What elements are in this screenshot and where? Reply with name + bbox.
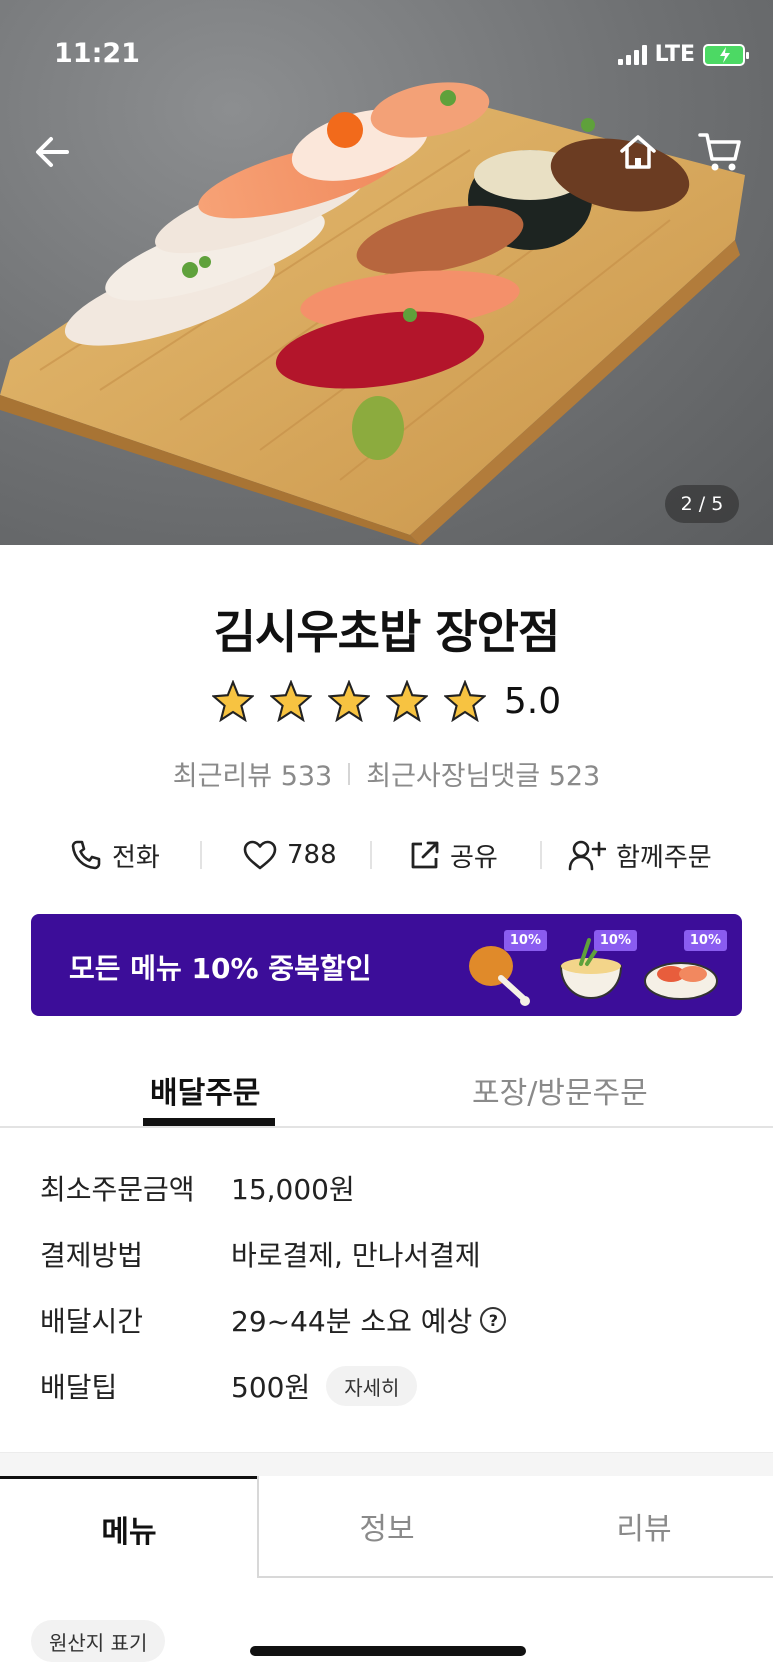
tab-info[interactable]: 정보 — [257, 1476, 515, 1578]
network-label: LTE — [654, 42, 695, 67]
info-label: 최소주문금액 — [40, 1173, 195, 1206]
status-bar: 11:21 LTE — [0, 0, 773, 110]
star-icon — [327, 680, 370, 722]
divider — [540, 841, 542, 869]
delivery-time-value: 29~44분 소요 예상 — [231, 1305, 473, 1338]
info-value: 29~44분 소요 예상 ? — [231, 1300, 507, 1340]
promo-badge: 10% — [683, 930, 727, 951]
store-name: 김시우초밥 장안점 — [213, 605, 561, 659]
promo-badge: 10% — [593, 930, 637, 951]
star-icon — [269, 680, 312, 722]
info-label: 결제방법 — [40, 1239, 144, 1272]
promo-food-icons: 10% 10% 10% — [461, 926, 731, 1010]
owner-replies-count[interactable]: 최근사장님댓글 523 — [366, 754, 600, 793]
image-page-indicator: 2 / 5 — [665, 485, 739, 523]
phone-icon — [71, 840, 101, 870]
signal-icon — [617, 44, 647, 65]
home-icon — [620, 135, 656, 169]
origin-label-button[interactable]: 원산지 표기 — [31, 1620, 166, 1662]
info-value: 500원 자세히 — [231, 1366, 418, 1406]
cart-button[interactable] — [694, 126, 746, 178]
add-person-icon — [568, 840, 606, 871]
like-button[interactable]: 788 — [243, 840, 337, 870]
share-icon — [411, 841, 439, 869]
tab-pickup-order[interactable]: 포장/방문주문 — [472, 1068, 648, 1112]
heart-icon — [243, 840, 277, 870]
rating-row[interactable]: 5.0 — [0, 680, 773, 722]
order-type-tabs: 배달주문 포장/방문주문 — [0, 1050, 773, 1128]
group-order-button[interactable]: 함께주문 — [568, 837, 712, 874]
rating-value: 5.0 — [503, 680, 562, 722]
star-icon — [443, 680, 486, 722]
min-order-value: 15,000원 — [231, 1173, 355, 1206]
battery-icon — [703, 43, 749, 66]
sushi-plate-icon: 10% — [641, 926, 727, 1010]
star-icon — [211, 680, 254, 722]
info-value: 15,000원 — [231, 1168, 355, 1208]
home-button[interactable] — [612, 126, 664, 178]
delivery-tip-detail-button[interactable]: 자세히 — [326, 1366, 418, 1406]
info-value: 바로결제, 만나서결제 — [231, 1234, 481, 1274]
divider — [200, 841, 202, 869]
info-row-min-order: 최소주문금액 15,000원 — [40, 1168, 733, 1234]
discount-promo-banner[interactable]: 모든 메뉴 10% 중복할인 10% 10% 10% — [31, 914, 742, 1016]
info-row-payment: 결제방법 바로결제, 만나서결제 — [40, 1234, 733, 1300]
info-label: 배달팁 — [40, 1371, 118, 1404]
tab-menu[interactable]: 메뉴 — [0, 1476, 258, 1578]
chicken-icon: 10% — [461, 926, 547, 1010]
section-divider — [0, 1452, 773, 1476]
back-button[interactable] — [26, 126, 78, 178]
tab-review[interactable]: 리뷰 — [515, 1476, 773, 1578]
divider — [348, 762, 351, 785]
active-tab-indicator — [143, 1118, 275, 1126]
star-icon — [385, 680, 428, 722]
delivery-info: 최소주문금액 15,000원 결제방법 바로결제, 만나서결제 배달시간 29~… — [40, 1168, 733, 1432]
status-indicators: LTE — [617, 42, 749, 67]
help-icon[interactable]: ? — [480, 1307, 507, 1333]
home-indicator[interactable] — [250, 1646, 526, 1656]
promo-badge: 10% — [503, 930, 547, 951]
share-label: 공유 — [450, 842, 498, 873]
call-button[interactable]: 전화 — [70, 837, 160, 874]
recent-reviews-count[interactable]: 최근리뷰 533 — [173, 754, 332, 793]
store-content-tabs: 메뉴 정보 리뷰 — [0, 1476, 773, 1578]
status-time: 11:21 — [54, 38, 140, 69]
rating-stars — [211, 680, 486, 722]
cart-icon — [698, 133, 741, 171]
arrow-left-icon — [36, 137, 69, 167]
payment-methods-value: 바로결제, 만나서결제 — [231, 1239, 481, 1272]
tab-delivery-order[interactable]: 배달주문 — [150, 1068, 260, 1112]
share-button[interactable]: 공유 — [410, 837, 498, 874]
like-count: 788 — [287, 840, 337, 870]
hero-image[interactable]: 11:21 LTE 2 / 5 — [0, 0, 773, 545]
info-label: 배달시간 — [40, 1305, 144, 1338]
promo-text: 모든 메뉴 10% 중복할인 — [69, 952, 372, 985]
call-label: 전화 — [112, 842, 160, 873]
divider — [370, 841, 372, 869]
group-order-label: 함께주문 — [616, 842, 712, 873]
review-counts[interactable]: 최근리뷰 533 최근사장님댓글 523 — [0, 754, 773, 793]
info-row-delivery-tip: 배달팁 500원 자세히 — [40, 1366, 733, 1432]
store-actions: 전화 788 공유 함께주문 — [40, 830, 733, 880]
info-row-delivery-time: 배달시간 29~44분 소요 예상 ? — [40, 1300, 733, 1366]
delivery-tip-value: 500원 — [231, 1371, 311, 1404]
noodle-bowl-icon: 10% — [551, 926, 637, 1010]
